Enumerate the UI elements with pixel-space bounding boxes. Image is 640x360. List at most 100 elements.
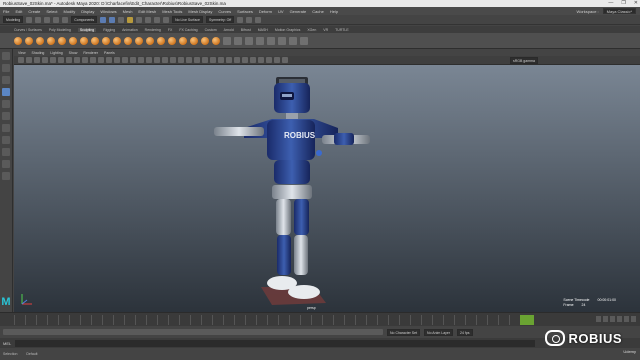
panel-tool-icon[interactable] [250,57,256,63]
snap-view-icon[interactable] [154,16,161,23]
panel-tool-icon[interactable] [98,57,104,63]
panel-menu-panels[interactable]: Panels [104,51,115,55]
select-component-icon[interactable] [118,16,125,23]
sculpt-brush-icon[interactable] [25,36,33,45]
panel-menu-shading[interactable]: Shading [32,51,45,55]
menu-generate[interactable]: Generate [290,9,307,14]
sculpt-brush-icon[interactable] [190,36,198,45]
robot-character[interactable]: ROBIUS [14,65,640,312]
time-slider[interactable] [0,312,640,326]
redo-icon[interactable] [62,16,69,23]
menu-edit-mesh[interactable]: Edit Mesh [138,9,156,14]
anim-layer-dropdown[interactable]: No Anim Layer [424,328,454,336]
last-tool-icon[interactable] [2,124,10,132]
time-ticks[interactable] [14,315,530,325]
panel-tool-icon[interactable] [266,57,272,63]
shelf-tool-icon[interactable] [223,36,231,45]
shelf-tab-sculpting[interactable]: Sculpting [77,27,97,32]
sculpt-brush-icon[interactable] [124,36,132,45]
panel-tool-icon[interactable] [42,57,48,63]
panel-tool-icon[interactable] [186,57,192,63]
menu-curves[interactable]: Curves [218,9,231,14]
shelf-tab-poly-modeling[interactable]: Poly Modeling [49,28,71,32]
maximize-button[interactable]: ❐ [621,0,625,7]
sculpt-brush-icon[interactable] [91,36,99,45]
menu-modify[interactable]: Modify [64,9,76,14]
sculpt-brush-icon[interactable] [69,36,77,45]
lasso-tool-icon[interactable] [2,64,10,72]
go-to-end-icon[interactable] [631,316,636,322]
graph-layout-icon[interactable] [2,172,10,180]
panel-tool-icon[interactable] [226,57,232,63]
sculpt-brush-icon[interactable] [212,36,220,45]
shelf-tool-icon[interactable] [256,36,264,45]
shelf-tab-curves-surfaces[interactable]: Curves / Surfaces [14,28,42,32]
menu-mesh-tools[interactable]: Mesh Tools [162,9,182,14]
shelf-tool-icon[interactable] [234,36,242,45]
minimize-button[interactable]: — [608,0,613,7]
shelf-tool-icon[interactable] [300,36,308,45]
snap-point-icon[interactable] [145,16,152,23]
shelf-tab-arnold[interactable]: Arnold [224,28,234,32]
sculpt-brush-icon[interactable] [14,36,22,45]
menu-mesh-display[interactable]: Mesh Display [188,9,212,14]
shelf-tool-icon[interactable] [289,36,297,45]
sculpt-brush-icon[interactable] [201,36,209,45]
panel-tool-icon[interactable] [90,57,96,63]
select-object-icon[interactable] [109,16,116,23]
menu-set-dropdown[interactable]: Modeling [3,16,24,23]
panel-tool-icon[interactable] [178,57,184,63]
panel-tool-icon[interactable] [50,57,56,63]
menu-uv[interactable]: UV [278,9,284,14]
sculpt-brush-icon[interactable] [36,36,44,45]
workspace-dropdown[interactable]: Maya Classic* [602,8,636,14]
snap-curve-icon[interactable] [136,16,143,23]
shelf-tab-rendering[interactable]: Rendering [145,28,161,32]
menu-display[interactable]: Display [81,9,94,14]
undo-icon[interactable] [53,16,60,23]
shelf-tab-custom[interactable]: Custom [205,28,217,32]
shelf-tab-fx-caching[interactable]: FX Caching [179,28,197,32]
menu-select[interactable]: Select [46,9,57,14]
selection-mask-dropdown[interactable]: Components [71,16,98,23]
rotate-tool-icon[interactable] [2,100,10,108]
sculpt-brush-icon[interactable] [157,36,165,45]
menu-windows[interactable]: Windows [100,9,116,14]
command-input[interactable] [15,339,536,347]
open-scene-icon[interactable] [35,16,42,23]
panel-menu-view[interactable]: View [18,51,26,55]
panel-tool-icon[interactable] [74,57,80,63]
panel-tool-icon[interactable] [34,57,40,63]
menu-help[interactable]: Help [330,9,338,14]
select-hierarchy-icon[interactable] [100,16,107,23]
panel-tool-icon[interactable] [282,57,288,63]
panel-tool-icon[interactable] [274,57,280,63]
menu-edit[interactable]: Edit [15,9,22,14]
sculpt-brush-icon[interactable] [135,36,143,45]
select-tool-icon[interactable] [2,52,10,60]
panel-tool-icon[interactable] [58,57,64,63]
panel-tool-icon[interactable] [218,57,224,63]
shelf-tab-turtle[interactable]: TURTLE [335,28,349,32]
menu-surfaces[interactable]: Surfaces [237,9,253,14]
shelf-tab-mash[interactable]: MASH [258,28,268,32]
panel-tool-icon[interactable] [154,57,160,63]
panel-tool-icon[interactable] [26,57,32,63]
snap-grid-icon[interactable] [127,16,134,23]
panel-tool-icon[interactable] [202,57,208,63]
panel-tool-icon[interactable] [242,57,248,63]
shelf-tab-xgen[interactable]: XGen [307,28,316,32]
outliner-layout-icon[interactable] [2,160,10,168]
panel-tool-icon[interactable] [210,57,216,63]
go-to-start-icon[interactable] [596,316,601,322]
panel-tool-icon[interactable] [66,57,72,63]
panel-tool-icon[interactable] [114,57,120,63]
step-back-icon[interactable] [603,316,608,322]
panel-menu-lighting[interactable]: Lighting [50,51,62,55]
fps-dropdown[interactable]: 24 fps [457,328,473,336]
panel-tool-icon[interactable] [234,57,240,63]
menu-mesh[interactable]: Mesh [123,9,133,14]
panel-tool-icon[interactable] [18,57,24,63]
shelf-tool-icon[interactable] [245,36,253,45]
panel-tool-icon[interactable] [170,57,176,63]
